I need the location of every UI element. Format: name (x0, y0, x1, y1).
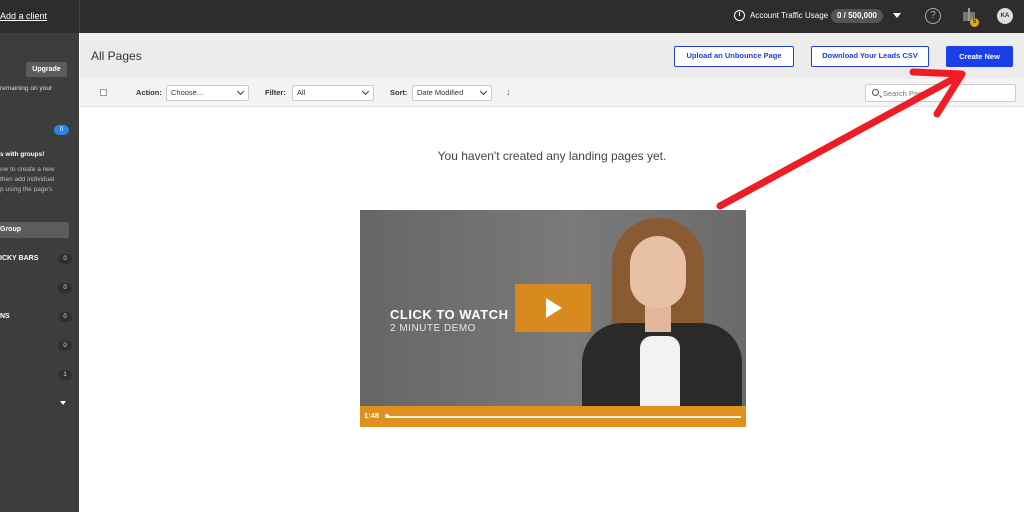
sort-select[interactable]: Date Modified (412, 85, 492, 101)
sort-select-value: Date Modified (417, 88, 464, 97)
video-headline: CLICK TO WATCH (390, 307, 509, 322)
avatar[interactable]: KA (997, 8, 1013, 24)
sort-label: Sort: (390, 88, 408, 97)
plan-remaining-text: remaining on your (0, 85, 53, 92)
select-all-checkbox[interactable] (100, 89, 107, 96)
new-group-button[interactable]: Group (0, 222, 69, 238)
search-input[interactable] (883, 85, 1011, 101)
sidebar-item-count: 0 (58, 254, 72, 264)
filter-select-value: All (297, 88, 306, 97)
groups-promo-text: ow to create a new then add individual p… (0, 165, 79, 195)
sort-direction-icon[interactable]: ↓ (506, 87, 511, 97)
traffic-usage-value: 0 / 500,000 (831, 9, 883, 23)
notification-badge: 5 (970, 18, 979, 27)
add-client-link[interactable]: Add a client (0, 11, 47, 21)
download-leads-button[interactable]: Download Your Leads CSV (811, 46, 929, 67)
chevron-down-icon (361, 87, 370, 96)
search-icon (872, 89, 879, 96)
filter-select[interactable]: All (292, 85, 374, 101)
top-navigation-bar: Add a client i Account Traffic Usage 0 /… (0, 0, 1024, 33)
sidebar-item-count: 0 (58, 312, 72, 322)
empty-state-message: You haven't created any landing pages ye… (437, 149, 667, 163)
info-icon: i (734, 10, 745, 21)
sidebar-item-count: 0 (58, 341, 72, 351)
play-icon (546, 298, 562, 318)
video-controls: 1:48 (360, 406, 746, 427)
sidebar-item-popups[interactable]: NS (0, 313, 10, 320)
presenter-shirt (640, 336, 680, 414)
video-progress-knob[interactable] (385, 414, 389, 418)
search-box[interactable] (865, 84, 1016, 102)
groups-promo-line: ow to create a new (0, 166, 55, 173)
groups-promo-title: s with groups! (0, 151, 45, 158)
sidebar-item-count: 1 (58, 370, 72, 380)
groups-promo-line: then add individual (0, 176, 55, 183)
chevron-down-icon (236, 87, 245, 96)
filter-label: Filter: (265, 88, 286, 97)
count-badge: 0 (54, 125, 69, 135)
topbar-divider (79, 0, 80, 33)
demo-video[interactable]: CLICK TO WATCH 2 MINUTE DEMO 1:48 (360, 210, 746, 427)
sidebar-item-sticky-bars[interactable]: ICKY BARS (0, 255, 38, 262)
chevron-down-icon[interactable] (60, 401, 66, 405)
sidebar: Upgrade remaining on your 0 s with group… (0, 33, 79, 512)
action-select[interactable]: Choose... (166, 85, 249, 101)
traffic-usage-label: Account Traffic Usage (750, 11, 829, 20)
action-label: Action: (136, 88, 162, 97)
presenter-face (630, 236, 686, 308)
presenter-image (582, 218, 742, 414)
video-progress-track[interactable] (386, 416, 741, 418)
chevron-down-icon (479, 87, 488, 96)
upgrade-button[interactable]: Upgrade (26, 62, 67, 77)
video-subline: 2 MINUTE DEMO (390, 323, 476, 334)
video-timecode: 1:48 (364, 411, 380, 420)
upload-page-button[interactable]: Upload an Unbounce Page (674, 46, 794, 67)
create-new-button[interactable]: Create New (946, 46, 1013, 67)
gift-ribbon-shape (968, 8, 970, 21)
action-select-value: Choose... (171, 88, 204, 97)
sidebar-item-count: 0 (58, 283, 72, 293)
chevron-down-icon[interactable] (893, 13, 901, 18)
groups-promo-line: p using the page's (0, 186, 53, 193)
page-title: All Pages (91, 49, 142, 63)
gift-icon[interactable]: 5 (963, 8, 979, 27)
play-button[interactable] (515, 284, 591, 332)
help-icon[interactable]: ? (925, 8, 941, 24)
